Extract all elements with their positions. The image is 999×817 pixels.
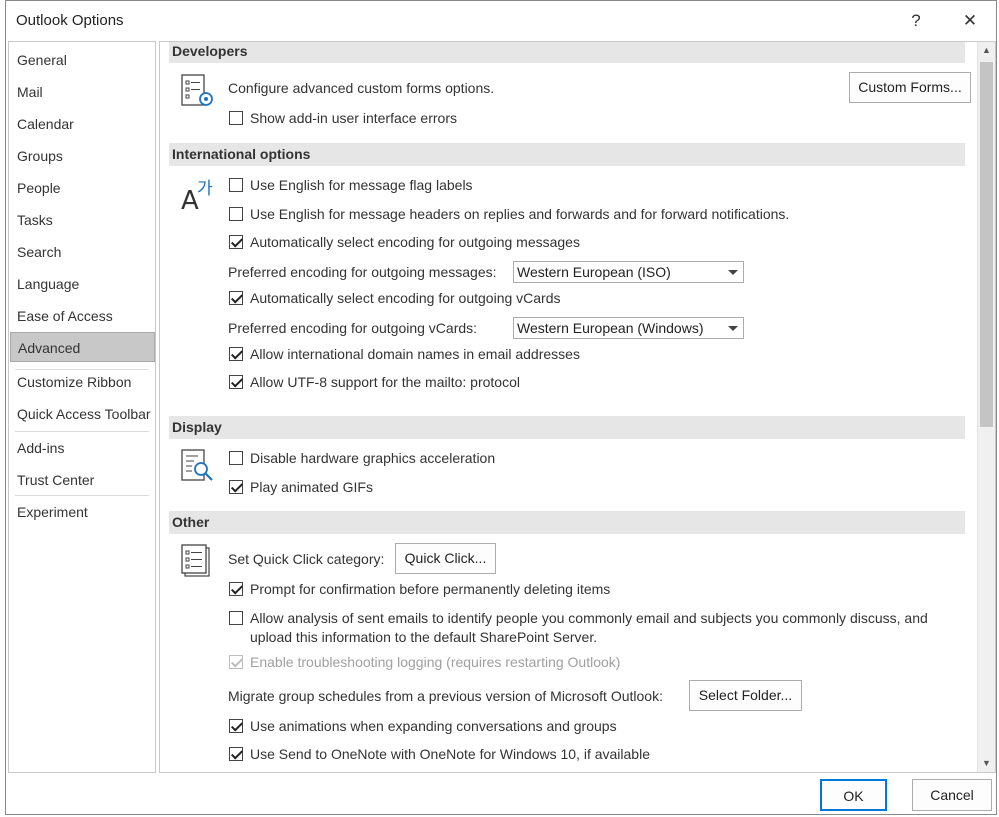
show-addin-errors-checkbox[interactable] bbox=[229, 111, 243, 125]
nav-item-search[interactable]: Search bbox=[10, 237, 155, 267]
migrate-schedules-label: Migrate group schedules from a previous … bbox=[228, 688, 663, 704]
utf8-mailto-label: Allow UTF-8 support for the mailto: prot… bbox=[250, 374, 520, 390]
use-animations-checkbox[interactable] bbox=[229, 719, 243, 733]
scroll-down-icon[interactable]: ▼ bbox=[978, 755, 995, 772]
auto-encoding-vcards-label: Automatically select encoding for outgoi… bbox=[250, 290, 561, 306]
auto-encoding-messages-checkbox[interactable] bbox=[229, 235, 243, 249]
section-developers: Developers bbox=[169, 42, 965, 63]
english-headers-checkbox[interactable] bbox=[229, 207, 243, 221]
nav-item-calendar[interactable]: Calendar bbox=[10, 109, 155, 139]
nav-item-mail[interactable]: Mail bbox=[10, 77, 155, 107]
chevron-down-icon bbox=[728, 270, 738, 275]
svg-text:가: 가 bbox=[197, 179, 213, 199]
other-options-list-icon bbox=[181, 544, 210, 577]
show-addin-errors-label: Show add-in user interface errors bbox=[250, 110, 457, 126]
cancel-button[interactable]: Cancel bbox=[912, 779, 992, 811]
pref-encoding-messages-label: Preferred encoding for outgoing messages… bbox=[228, 264, 497, 280]
disable-hw-accel-label: Disable hardware graphics acceleration bbox=[250, 450, 496, 466]
close-button[interactable]: ✕ bbox=[950, 7, 990, 35]
use-animations-label: Use animations when expanding conversati… bbox=[250, 718, 617, 734]
allow-analysis-checkbox[interactable] bbox=[229, 611, 243, 625]
scroll-up-icon[interactable]: ▲ bbox=[978, 42, 995, 59]
category-nav: General Mail Calendar Groups People Task… bbox=[8, 41, 156, 773]
nav-item-add-ins[interactable]: Add-ins bbox=[10, 433, 155, 463]
options-content: Developers Configure advanced custom for… bbox=[159, 41, 996, 773]
display-magnifier-icon bbox=[181, 449, 213, 481]
allow-analysis-label-line2: upload this information to the default S… bbox=[250, 629, 598, 645]
nav-item-general[interactable]: General bbox=[10, 45, 155, 75]
nav-item-people[interactable]: People bbox=[10, 173, 155, 203]
language-glyph-icon: A 가 bbox=[181, 179, 213, 212]
chevron-down-icon bbox=[728, 326, 738, 331]
auto-encoding-messages-label: Automatically select encoding for outgoi… bbox=[250, 234, 580, 250]
send-onenote-checkbox[interactable] bbox=[229, 747, 243, 761]
pref-encoding-messages-select[interactable]: Western European (ISO) bbox=[513, 261, 744, 283]
intl-domain-names-checkbox[interactable] bbox=[229, 347, 243, 361]
utf8-mailto-checkbox[interactable] bbox=[229, 375, 243, 389]
custom-forms-button[interactable]: Custom Forms... bbox=[849, 72, 971, 103]
nav-item-groups[interactable]: Groups bbox=[10, 141, 155, 171]
nav-item-ease-of-access[interactable]: Ease of Access bbox=[10, 301, 155, 331]
forms-gear-icon bbox=[181, 74, 213, 106]
nav-item-experiment[interactable]: Experiment bbox=[10, 497, 155, 527]
nav-item-quick-access-toolbar[interactable]: Quick Access Toolbar bbox=[10, 399, 155, 429]
nav-divider bbox=[15, 495, 149, 496]
nav-item-customize-ribbon[interactable]: Customize Ribbon bbox=[10, 367, 155, 397]
nav-divider bbox=[15, 431, 149, 432]
intl-domain-names-label: Allow international domain names in emai… bbox=[250, 346, 580, 362]
play-gifs-checkbox[interactable] bbox=[229, 480, 243, 494]
pref-encoding-messages-value: Western European (ISO) bbox=[517, 264, 671, 280]
pref-encoding-vcards-label: Preferred encoding for outgoing vCards: bbox=[228, 320, 478, 336]
prompt-delete-checkbox[interactable] bbox=[229, 582, 243, 596]
section-international: International options bbox=[169, 143, 965, 166]
send-onenote-label: Use Send to OneNote with OneNote for Win… bbox=[250, 746, 650, 762]
english-flag-labels-checkbox[interactable] bbox=[229, 178, 243, 192]
custom-forms-description: Configure advanced custom forms options. bbox=[228, 80, 495, 96]
nav-item-advanced[interactable]: Advanced bbox=[10, 332, 155, 362]
pref-encoding-vcards-value: Western European (Windows) bbox=[517, 320, 704, 336]
nav-item-tasks[interactable]: Tasks bbox=[10, 205, 155, 235]
auto-encoding-vcards-checkbox[interactable] bbox=[229, 291, 243, 305]
help-button[interactable]: ? bbox=[896, 7, 936, 35]
disable-hw-accel-checkbox[interactable] bbox=[229, 451, 243, 465]
ok-button[interactable]: OK bbox=[820, 779, 887, 811]
select-folder-button[interactable]: Select Folder... bbox=[689, 680, 802, 711]
allow-analysis-label-line1: Allow analysis of sent emails to identif… bbox=[250, 610, 928, 626]
english-headers-label: Use English for message headers on repli… bbox=[250, 206, 790, 222]
section-display: Display bbox=[169, 416, 965, 439]
section-other: Other bbox=[169, 511, 965, 534]
outlook-options-dialog: Outlook Options ? ✕ General Mail Calenda… bbox=[5, 0, 997, 815]
dialog-title: Outlook Options bbox=[16, 12, 124, 29]
vertical-scrollbar[interactable]: ▲ ▼ bbox=[977, 42, 995, 772]
play-gifs-label: Play animated GIFs bbox=[250, 479, 373, 495]
scrollbar-thumb[interactable] bbox=[980, 62, 993, 427]
prompt-delete-label: Prompt for confirmation before permanent… bbox=[250, 581, 611, 597]
troubleshoot-logging-checkbox[interactable] bbox=[229, 655, 243, 669]
english-flag-labels-label: Use English for message flag labels bbox=[250, 177, 473, 193]
troubleshoot-logging-label: Enable troubleshooting logging (requires… bbox=[250, 654, 621, 670]
title-bar: Outlook Options ? ✕ bbox=[6, 1, 996, 41]
nav-item-trust-center[interactable]: Trust Center bbox=[10, 465, 155, 495]
nav-item-language[interactable]: Language bbox=[10, 269, 155, 299]
pref-encoding-vcards-select[interactable]: Western European (Windows) bbox=[513, 317, 744, 339]
quick-click-label: Set Quick Click category: bbox=[228, 551, 385, 567]
quick-click-button[interactable]: Quick Click... bbox=[395, 543, 496, 574]
